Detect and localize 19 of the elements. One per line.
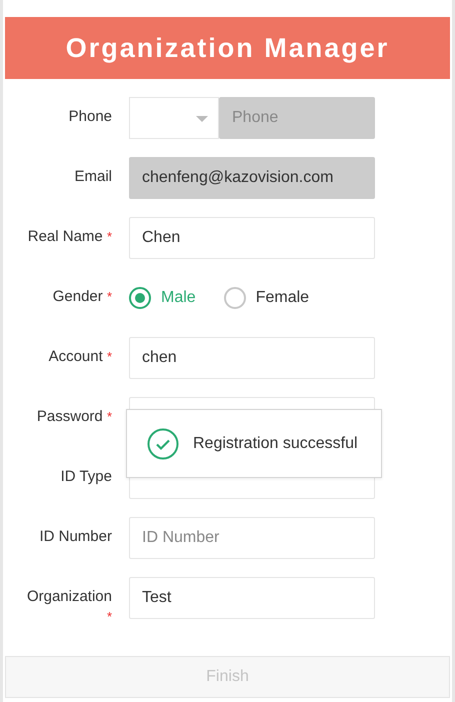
toast-message: Registration successful xyxy=(193,434,358,452)
text-field[interactable]: Test xyxy=(129,577,375,619)
field-label: ID Number xyxy=(38,527,112,547)
app-title: Organization Manager xyxy=(5,17,450,79)
country-code-select[interactable] xyxy=(129,97,219,139)
field-label: ID Type xyxy=(60,467,112,487)
text-field[interactable]: chen xyxy=(129,337,375,379)
field-label: Organization * xyxy=(26,587,112,626)
field-label: Email xyxy=(73,167,112,187)
field-label: Real Name * xyxy=(26,227,112,247)
check-circle-icon xyxy=(147,428,179,460)
field-label: Gender * xyxy=(52,287,112,307)
field-label: Phone xyxy=(68,107,112,127)
field-label: Password * xyxy=(36,407,112,427)
caret-icon xyxy=(196,116,208,122)
text-field[interactable]: Chen xyxy=(129,217,375,259)
text-field[interactable]: ID Number xyxy=(129,517,375,559)
field-label: Account * xyxy=(48,347,112,367)
radio-option[interactable]: Female xyxy=(224,287,310,309)
